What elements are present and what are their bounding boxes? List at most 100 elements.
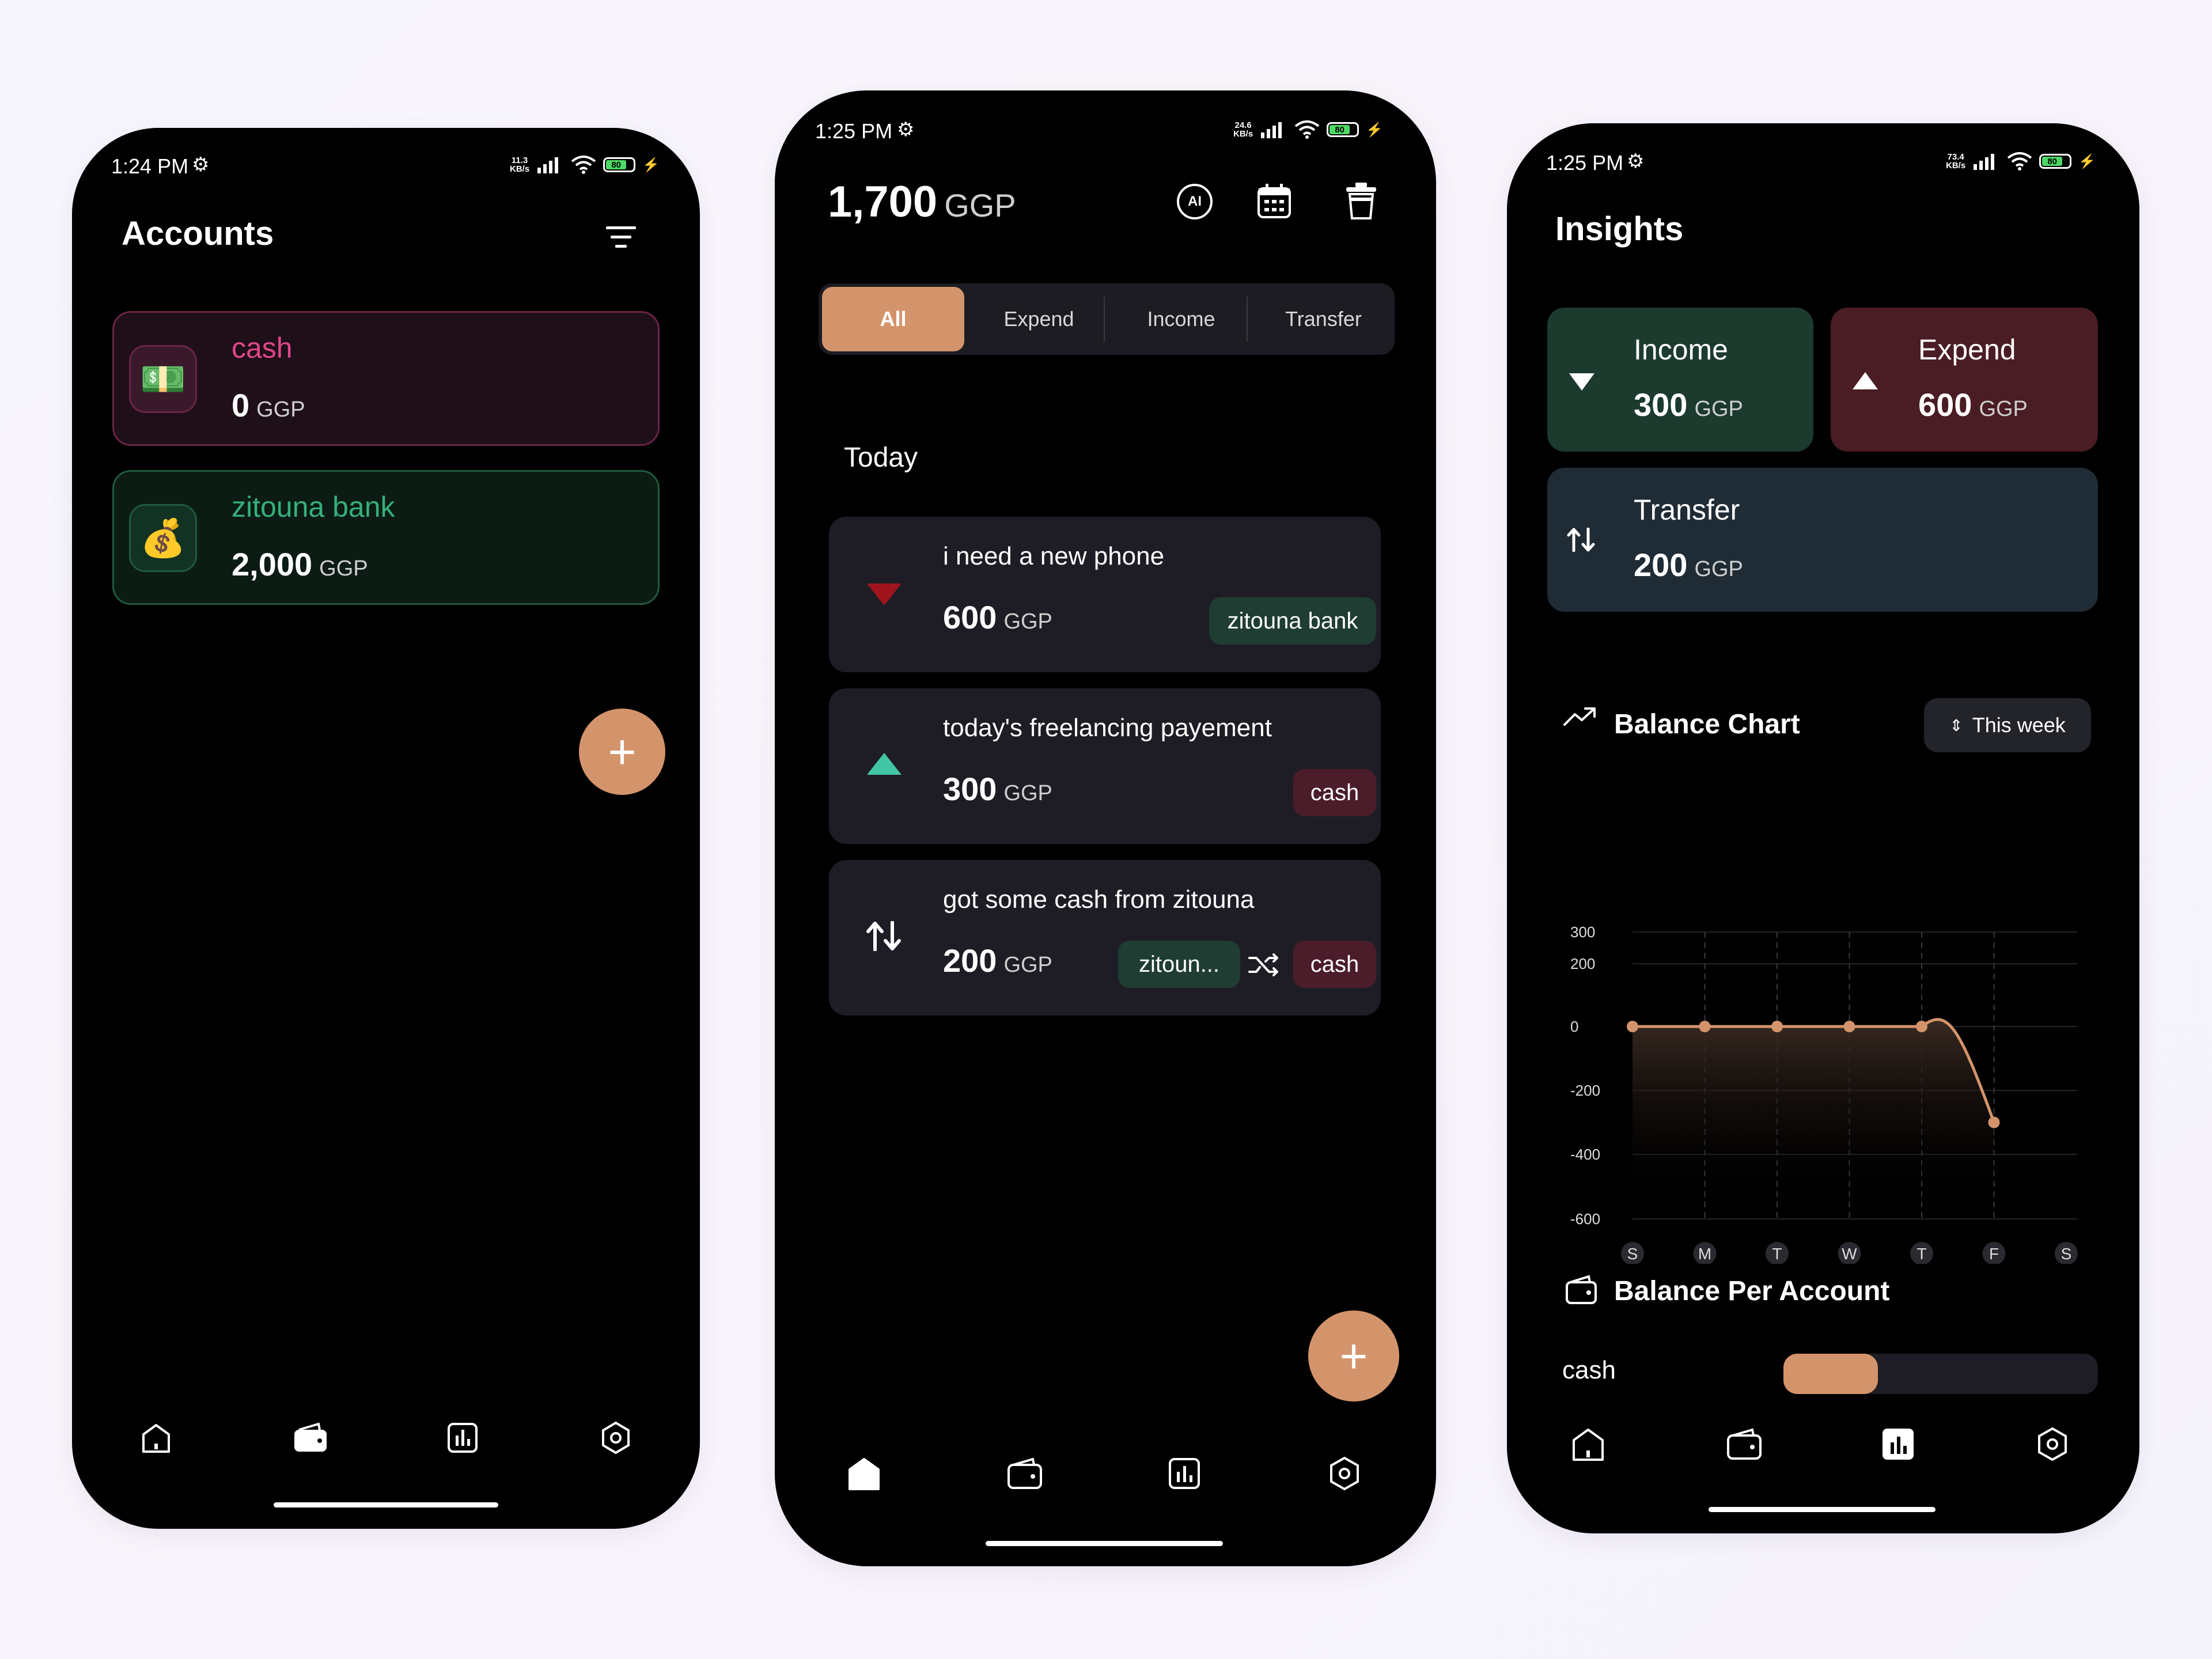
nav-settings-icon[interactable] — [2035, 1426, 2070, 1462]
account-bar-label: cash — [1562, 1356, 1616, 1384]
tab-income[interactable]: Income — [1110, 283, 1252, 355]
data-point — [1988, 1116, 2000, 1128]
shuffle-icon — [1248, 953, 1278, 976]
y-tick-label: -400 — [1570, 1146, 1600, 1163]
network-speed: 11.3 KB/s — [510, 156, 530, 174]
charging-icon: ⚡ — [642, 157, 660, 173]
y-tick-label: 0 — [1570, 1018, 1578, 1035]
income-summary-card[interactable]: Income 300 GGP — [1547, 308, 1813, 452]
network-speed: 73.4 KB/s — [1946, 152, 1966, 171]
nav-stats-icon[interactable] — [1880, 1426, 1916, 1462]
tab-divider — [1104, 297, 1105, 342]
nav-home-icon[interactable] — [1570, 1426, 1606, 1462]
battery-icon: 80 — [1327, 122, 1359, 137]
nav-stats-icon[interactable] — [1166, 1456, 1202, 1491]
filter-icon[interactable] — [604, 223, 638, 252]
battery-icon: 80 — [603, 157, 636, 172]
transaction-item[interactable]: i need a new phone 600 GGP zitouna bank — [829, 517, 1381, 672]
data-point — [1771, 1021, 1783, 1032]
filter-tabs: All Expend Income Transfer — [819, 283, 1395, 355]
transaction-item[interactable]: today's freelancing payement 300 GGP cash — [829, 688, 1381, 844]
x-tick-label: S — [2061, 1245, 2072, 1263]
stat-amount: 200 GGP — [1634, 547, 1743, 583]
nav-wallet-icon[interactable] — [1726, 1426, 1763, 1462]
from-account-chip: zitoun... — [1118, 941, 1240, 988]
phone-accounts: 1:24 PM ⚙ 11.3 KB/s 80 ⚡ Accounts 💵 cash … — [72, 128, 700, 1529]
expend-summary-card[interactable]: Expend 600 GGP — [1831, 308, 2098, 452]
stat-label: Transfer — [1634, 494, 1740, 526]
stat-amount: 300 GGP — [1634, 387, 1743, 423]
ai-button[interactable]: AI — [1177, 184, 1213, 219]
page-title: Accounts — [122, 215, 274, 252]
transaction-amount: 300 GGP — [943, 771, 1052, 807]
balance-chart: 300 200 0 -200 -400 -600 S M T W T F S — [1570, 923, 2078, 1264]
account-card-cash[interactable]: 💵 cash 0 GGP — [112, 311, 660, 446]
home-indicator — [986, 1541, 1223, 1546]
transaction-amount: 600 GGP — [943, 599, 1052, 635]
status-time: 1:25 PM — [815, 119, 893, 143]
transaction-item[interactable]: got some cash from zitouna 200 GGP zitoun… — [829, 860, 1381, 1016]
x-tick-label: T — [1916, 1245, 1926, 1263]
period-selector[interactable]: ⇕ This week — [1924, 698, 2091, 752]
data-point — [1916, 1021, 1927, 1032]
network-speed: 24.6 KB/s — [1233, 120, 1253, 139]
transfer-summary-card[interactable]: Transfer 200 GGP — [1547, 468, 2098, 612]
charging-icon: ⚡ — [1366, 122, 1384, 138]
add-transaction-button[interactable]: + — [1308, 1310, 1399, 1402]
account-bar-fill — [1783, 1354, 1878, 1394]
status-time: 1:24 PM — [111, 154, 189, 178]
signal-icon — [1974, 154, 1995, 170]
stat-label: Expend — [1918, 334, 2016, 366]
charging-icon: ⚡ — [2078, 153, 2096, 169]
balance-area — [1633, 1019, 1994, 1207]
phone-insights: 1:25 PM ⚙ 73.4 KB/s 80 ⚡ Insights Income … — [1507, 123, 2139, 1533]
nav-home-icon[interactable] — [846, 1456, 882, 1491]
x-tick-label: T — [1772, 1245, 1782, 1263]
settings-gear-icon: ⚙ — [1627, 150, 1645, 172]
account-bar-track — [1783, 1354, 2098, 1394]
wifi-icon — [2007, 152, 2032, 171]
nav-stats-icon[interactable] — [445, 1421, 480, 1455]
nav-settings-icon[interactable] — [599, 1421, 633, 1455]
account-card-zitouna-bank[interactable]: 💰 zitouna bank 2,000 GGP — [112, 470, 660, 605]
income-arrow-icon — [1569, 373, 1594, 391]
stat-amount: 600 GGP — [1918, 387, 2028, 423]
account-chip: cash — [1293, 769, 1376, 816]
total-balance: 1,700 GGP — [828, 177, 1016, 226]
period-label: This week — [1972, 713, 2066, 737]
calendar-icon[interactable] — [1256, 183, 1292, 219]
settings-gear-icon: ⚙ — [897, 119, 915, 141]
data-point — [1843, 1021, 1855, 1032]
settings-gear-icon: ⚙ — [192, 154, 210, 176]
tab-expend[interactable]: Expend — [968, 283, 1110, 355]
y-tick-label: -600 — [1570, 1210, 1600, 1228]
home-indicator — [1709, 1507, 1936, 1512]
x-tick-label: M — [1698, 1245, 1711, 1263]
nav-wallet-icon[interactable] — [292, 1421, 329, 1455]
phone-transactions: 1:25 PM ⚙ 24.6 KB/s 80 ⚡ 1,700 GGP AI All … — [775, 90, 1436, 1566]
transfer-arrows-icon — [866, 921, 901, 951]
nav-home-icon[interactable] — [139, 1421, 173, 1455]
wallet-icon — [1566, 1275, 1597, 1304]
chevron-up-down-icon: ⇕ — [1949, 716, 1963, 734]
income-arrow-icon — [867, 753, 902, 775]
account-name: zitouna bank — [232, 491, 395, 523]
transaction-description: today's freelancing payement — [943, 714, 1272, 742]
nav-settings-icon[interactable] — [1327, 1456, 1362, 1491]
balance-chart-title: Balance Chart — [1614, 709, 1800, 740]
money-bag-icon: 💰 — [129, 504, 197, 572]
balance-per-account-title: Balance Per Account — [1614, 1276, 1890, 1306]
nav-wallet-icon[interactable] — [1006, 1456, 1043, 1491]
transaction-amount: 200 GGP — [943, 942, 1052, 979]
add-account-button[interactable]: + — [579, 709, 665, 795]
x-tick-label: W — [1842, 1245, 1857, 1263]
tab-transfer[interactable]: Transfer — [1252, 283, 1395, 355]
tab-all[interactable]: All — [822, 287, 964, 351]
account-chip: zitouna bank — [1209, 597, 1376, 645]
y-tick-label: -200 — [1570, 1082, 1600, 1099]
wifi-icon — [571, 156, 596, 174]
account-balance: 2,000 GGP — [232, 546, 368, 582]
wifi-icon — [1294, 120, 1320, 139]
trash-icon[interactable] — [1345, 181, 1377, 221]
battery-icon: 80 — [2039, 154, 2072, 169]
